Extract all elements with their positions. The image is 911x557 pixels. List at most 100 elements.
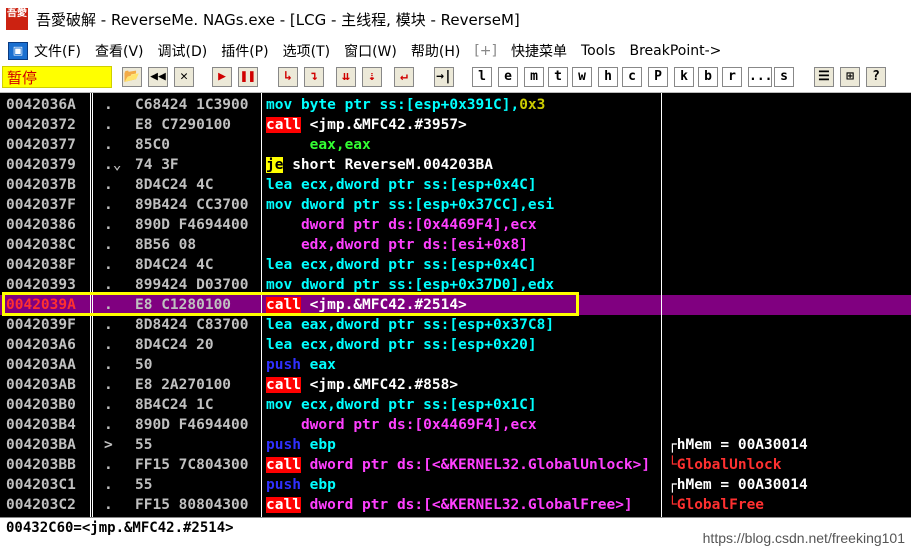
toolbar-button[interactable]: ⇣ bbox=[362, 67, 382, 87]
address: 004203AA bbox=[6, 357, 76, 373]
toolbar-button[interactable]: ⊞ bbox=[840, 67, 860, 87]
hex-bytes: 55 bbox=[135, 477, 153, 493]
toolbar-button[interactable]: P bbox=[648, 67, 668, 87]
instruction-row[interactable]: 0042037F. 89B424 CC3700 mov dword ptr ss:[… bbox=[0, 195, 911, 215]
address: 004203BB bbox=[6, 457, 76, 473]
jump-marker: . bbox=[104, 97, 113, 113]
jump-marker: . bbox=[104, 317, 113, 333]
instruction-row[interactable]: 004203A6. 8D4C24 20 lea ecx,dword ptr ss:[… bbox=[0, 335, 911, 355]
toolbar: 暂停 📂 ◀◀ ✕ ▶ ❚❚ ↳ ↴ ⇊ ⇣ ↵ →| l e m t w h c Pk b r... s ☰ ⊞? bbox=[0, 64, 911, 93]
jump-marker: . bbox=[104, 397, 113, 413]
address: 00420386 bbox=[6, 217, 76, 233]
address: 004203B0 bbox=[6, 397, 76, 413]
toolbar-button[interactable]: ◀◀ bbox=[148, 67, 168, 87]
toolbar-button[interactable]: s bbox=[774, 67, 794, 87]
instruction-row[interactable]: 0042038F. 8D4C24 4C lea ecx,dword ptr ss:[… bbox=[0, 255, 911, 275]
toolbar-button[interactable]: t bbox=[548, 67, 568, 87]
menu-item[interactable]: 窗口(W) bbox=[344, 41, 397, 61]
address: 00420379 bbox=[6, 157, 76, 173]
jump-marker: .⌄ bbox=[104, 157, 122, 173]
mnemonic: lea bbox=[266, 317, 293, 333]
hex-bytes: E8 2A270100 bbox=[135, 377, 232, 393]
menu-item[interactable]: [+] bbox=[474, 43, 497, 59]
hex-bytes: 55 bbox=[135, 437, 153, 453]
menu-item[interactable]: BreakPoint-> bbox=[629, 43, 721, 59]
toolbar-button[interactable]: ↴ bbox=[304, 67, 324, 87]
jump-marker: . bbox=[104, 117, 113, 133]
hex-bytes: 8D4C24 20 bbox=[135, 337, 214, 353]
mnemonic: mov bbox=[266, 197, 293, 213]
toolbar-button[interactable]: m bbox=[524, 67, 544, 87]
toolbar-button[interactable]: r bbox=[722, 67, 742, 87]
toolbar-button[interactable]: ↳ bbox=[278, 67, 298, 87]
toolbar-button[interactable]: ? bbox=[866, 67, 886, 87]
toolbar-button[interactable]: ↵ bbox=[394, 67, 414, 87]
address: 004203C2 bbox=[6, 497, 76, 513]
jump-marker: . bbox=[104, 197, 113, 213]
comment bbox=[668, 375, 911, 395]
toolbar-button[interactable]: ☰ bbox=[814, 67, 834, 87]
toolbar-button[interactable]: 📂 bbox=[122, 67, 142, 87]
mnemonic: je bbox=[266, 157, 284, 173]
toolbar-button[interactable]: h bbox=[598, 67, 618, 87]
instruction-row[interactable]: 0042036A. C68424 1C3900 mov byte ptr ss:[e… bbox=[0, 95, 911, 115]
instruction-row[interactable]: 00420379 .⌄ 74 3F je short ReverseM.004203B… bbox=[0, 155, 911, 175]
instruction-row[interactable]: 0042037B. 8D4C24 4C lea ecx,dword ptr ss:[… bbox=[0, 175, 911, 195]
address: 0042039F bbox=[6, 317, 76, 333]
toolbar-button[interactable]: e bbox=[498, 67, 518, 87]
toolbar-button[interactable]: ❚❚ bbox=[238, 67, 258, 87]
instruction-row[interactable]: 004203AA. 50 push eax bbox=[0, 355, 911, 375]
instruction-row[interactable]: 00420386. 890D F4694400 mov dword ptr ds:[… bbox=[0, 215, 911, 235]
toolbar-button[interactable]: ▶ bbox=[212, 67, 232, 87]
instruction-row[interactable]: 00420372. E8 C7290100 call <jmp.&MFC42.#39… bbox=[0, 115, 911, 135]
jump-marker: . bbox=[104, 217, 113, 233]
menu-item[interactable]: 快捷菜单 bbox=[511, 41, 567, 61]
toolbar-button[interactable]: ✕ bbox=[174, 67, 194, 87]
title-bar: 吾愛 吾愛破解 - ReverseMe. NAGs.exe - [LCG - 主… bbox=[0, 0, 911, 38]
menu-item[interactable]: 插件(P) bbox=[221, 41, 268, 61]
jump-marker: . bbox=[104, 477, 113, 493]
mnemonic: lea bbox=[266, 337, 293, 353]
address: 00420372 bbox=[6, 117, 76, 133]
app-menu-icon[interactable]: ▣ bbox=[8, 42, 28, 60]
menu-item[interactable]: 帮助(H) bbox=[411, 41, 460, 61]
instruction-row[interactable]: 0042038C. 8B56 08 mov edx,dword ptr ds:[es… bbox=[0, 235, 911, 255]
hex-bytes: FF15 80804300 bbox=[135, 497, 249, 513]
comment bbox=[668, 355, 911, 375]
comment bbox=[668, 155, 911, 175]
address: 0042038C bbox=[6, 237, 76, 253]
instruction-row[interactable]: 004203B0. 8B4C24 1C mov ecx,dword ptr ss:[… bbox=[0, 395, 911, 415]
instruction-row[interactable]: 00420377. 85C0 test eax,eax bbox=[0, 135, 911, 155]
mnemonic: call bbox=[266, 457, 301, 473]
toolbar-button[interactable]: ... bbox=[748, 67, 772, 87]
mnemonic: push bbox=[266, 357, 301, 373]
menu-item[interactable]: 查看(V) bbox=[95, 41, 144, 61]
menu-item[interactable]: 选项(T) bbox=[283, 41, 330, 61]
instruction-row[interactable]: 004203C1. 55 push ebp ┌hMem = 00A30014 bbox=[0, 475, 911, 495]
disassembly: mov ecx,dword ptr ss:[esp+0x1C] bbox=[266, 395, 662, 415]
jump-marker: . bbox=[104, 177, 113, 193]
operand: dword ptr ss:[esp+0x37D0],edx bbox=[300, 277, 555, 293]
instruction-row[interactable]: 0042039F. 8D8424 C83700 lea eax,dword ptr … bbox=[0, 315, 911, 335]
jump-marker: > bbox=[104, 437, 113, 453]
menu-item[interactable]: 调试(D) bbox=[158, 41, 208, 61]
instruction-row[interactable]: 004203AB. E8 2A270100 call <jmp.&MFC42.#85… bbox=[0, 375, 911, 395]
instruction-row[interactable]: 004203BB. FF15 7C804300 call dword ptr ds:… bbox=[0, 455, 911, 475]
toolbar-button[interactable]: l bbox=[472, 67, 492, 87]
operand: dword ptr ss:[esp+0x37CC],esi bbox=[300, 197, 555, 213]
toolbar-button[interactable]: ⇊ bbox=[336, 67, 356, 87]
comment bbox=[668, 335, 911, 355]
instruction-row[interactable]: 004203BA >55 push ebp ┌hMem = 00A30014 bbox=[0, 435, 911, 455]
toolbar-button[interactable]: c bbox=[622, 67, 642, 87]
menu-item[interactable]: 文件(F) bbox=[34, 41, 81, 61]
toolbar-button[interactable]: w bbox=[572, 67, 592, 87]
menu-item[interactable]: Tools bbox=[581, 43, 616, 59]
address: 004203C1 bbox=[6, 477, 76, 493]
toolbar-button[interactable]: b bbox=[698, 67, 718, 87]
toolbar-button[interactable]: k bbox=[674, 67, 694, 87]
comment bbox=[668, 175, 911, 195]
toolbar-button[interactable]: →| bbox=[434, 67, 454, 87]
address: 004203AB bbox=[6, 377, 76, 393]
instruction-row[interactable]: 004203C2. FF15 80804300 call dword ptr ds:… bbox=[0, 495, 911, 515]
instruction-row[interactable]: 004203B4. 890D F4694400 mov dword ptr ds:[… bbox=[0, 415, 911, 435]
